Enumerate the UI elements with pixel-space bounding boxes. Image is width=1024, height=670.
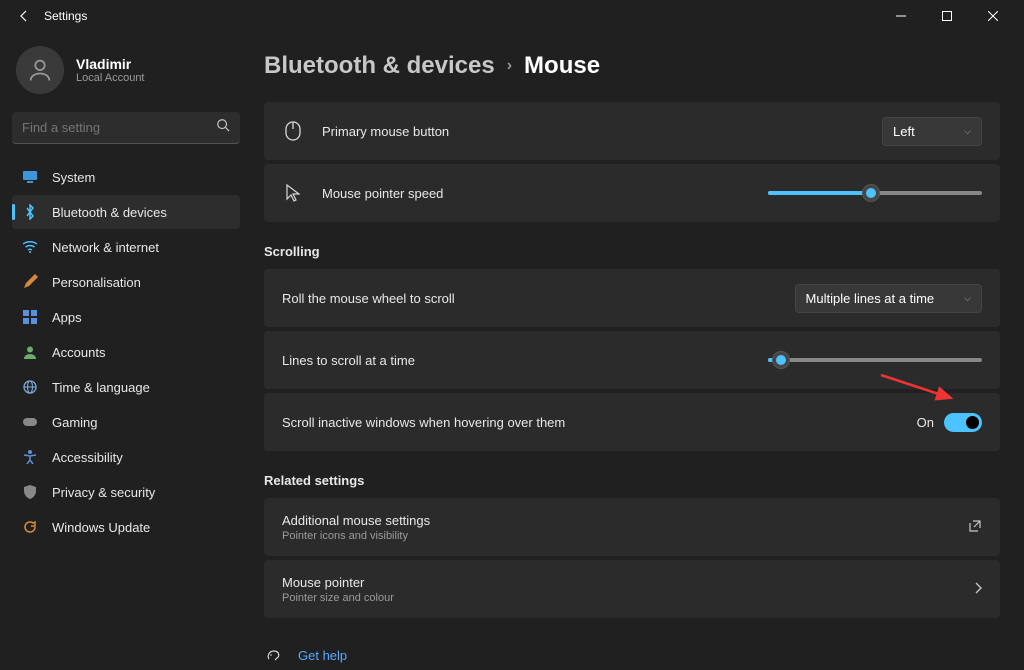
sidebar-item-accounts[interactable]: Accounts bbox=[12, 335, 240, 369]
update-icon bbox=[22, 519, 38, 535]
brush-icon bbox=[22, 274, 38, 290]
help-link-text[interactable]: Get help bbox=[298, 648, 347, 663]
sidebar-item-label: Apps bbox=[52, 310, 82, 325]
get-help-link[interactable]: Get help bbox=[264, 640, 1000, 670]
help-icon bbox=[264, 647, 282, 663]
apps-icon bbox=[22, 309, 38, 325]
sidebar-item-bluetooth[interactable]: Bluetooth & devices bbox=[12, 195, 240, 229]
globe-icon bbox=[22, 379, 38, 395]
open-external-icon bbox=[968, 519, 982, 536]
pointer-speed-row: Mouse pointer speed bbox=[264, 164, 1000, 222]
minimize-button[interactable] bbox=[878, 0, 924, 32]
additional-title: Additional mouse settings bbox=[282, 513, 968, 528]
breadcrumb-current: Mouse bbox=[524, 52, 600, 80]
primary-mouse-button-row: Primary mouse button Left ⌵ bbox=[264, 102, 1000, 160]
related-header: Related settings bbox=[264, 473, 1000, 488]
nav-list: System Bluetooth & devices Network & int… bbox=[12, 160, 240, 544]
sidebar-item-system[interactable]: System bbox=[12, 160, 240, 194]
search-input[interactable] bbox=[22, 120, 216, 135]
chevron-right-icon bbox=[974, 582, 982, 597]
mouse-pointer-sub: Pointer size and colour bbox=[282, 592, 974, 604]
sidebar-item-personalisation[interactable]: Personalisation bbox=[12, 265, 240, 299]
scroll-inactive-label: Scroll inactive windows when hovering ov… bbox=[282, 415, 917, 430]
accounts-icon bbox=[22, 344, 38, 360]
sidebar-item-label: Privacy & security bbox=[52, 485, 155, 500]
cursor-icon bbox=[282, 184, 304, 202]
lines-scroll-row: Lines to scroll at a time bbox=[264, 331, 1000, 389]
sidebar: Vladimir Local Account System Bluetooth … bbox=[0, 32, 252, 670]
scrolling-header: Scrolling bbox=[264, 244, 1000, 259]
wifi-icon bbox=[22, 239, 38, 255]
sidebar-item-label: Accounts bbox=[52, 345, 105, 360]
roll-wheel-dropdown[interactable]: Multiple lines at a time ⌵ bbox=[795, 284, 982, 313]
scroll-inactive-toggle[interactable] bbox=[944, 413, 982, 432]
avatar bbox=[16, 46, 64, 94]
dropdown-value: Multiple lines at a time bbox=[806, 291, 935, 306]
sidebar-item-network[interactable]: Network & internet bbox=[12, 230, 240, 264]
window-title: Settings bbox=[44, 9, 87, 23]
toggle-label: On bbox=[917, 415, 934, 430]
sidebar-item-label: Accessibility bbox=[52, 450, 123, 465]
user-name: Vladimir bbox=[76, 56, 145, 72]
pointer-speed-slider[interactable] bbox=[768, 183, 982, 203]
sidebar-item-label: Bluetooth & devices bbox=[52, 205, 167, 220]
sidebar-item-gaming[interactable]: Gaming bbox=[12, 405, 240, 439]
user-sub: Local Account bbox=[76, 72, 145, 84]
roll-wheel-row: Roll the mouse wheel to scroll Multiple … bbox=[264, 269, 1000, 327]
primary-button-dropdown[interactable]: Left ⌵ bbox=[882, 117, 982, 146]
chevron-down-icon: ⌵ bbox=[964, 126, 971, 137]
sidebar-item-time[interactable]: Time & language bbox=[12, 370, 240, 404]
search-icon bbox=[216, 118, 230, 137]
chevron-down-icon: ⌵ bbox=[964, 293, 971, 304]
pointer-speed-label: Mouse pointer speed bbox=[322, 186, 768, 201]
titlebar: Settings bbox=[0, 0, 1024, 32]
maximize-button[interactable] bbox=[924, 0, 970, 32]
breadcrumb: Bluetooth & devices › Mouse bbox=[264, 52, 1000, 80]
main-panel: Bluetooth & devices › Mouse Primary mous… bbox=[252, 32, 1024, 670]
lines-scroll-slider[interactable] bbox=[768, 350, 982, 370]
accessibility-icon bbox=[22, 449, 38, 465]
sidebar-item-label: Personalisation bbox=[52, 275, 141, 290]
sidebar-item-label: Windows Update bbox=[52, 520, 150, 535]
roll-wheel-label: Roll the mouse wheel to scroll bbox=[282, 291, 795, 306]
user-block[interactable]: Vladimir Local Account bbox=[12, 46, 240, 112]
shield-icon bbox=[22, 484, 38, 500]
mouse-icon bbox=[282, 121, 304, 141]
mouse-pointer-row[interactable]: Mouse pointer Pointer size and colour bbox=[264, 560, 1000, 618]
sidebar-item-label: Gaming bbox=[52, 415, 98, 430]
sidebar-item-label: Time & language bbox=[52, 380, 150, 395]
close-button[interactable] bbox=[970, 0, 1016, 32]
additional-sub: Pointer icons and visibility bbox=[282, 530, 968, 542]
dropdown-value: Left bbox=[893, 124, 915, 139]
bluetooth-icon bbox=[22, 204, 38, 220]
search-box[interactable] bbox=[12, 112, 240, 144]
primary-button-label: Primary mouse button bbox=[322, 124, 882, 139]
lines-scroll-label: Lines to scroll at a time bbox=[282, 353, 768, 368]
mouse-pointer-title: Mouse pointer bbox=[282, 575, 974, 590]
additional-mouse-settings-row[interactable]: Additional mouse settings Pointer icons … bbox=[264, 498, 1000, 556]
sidebar-item-apps[interactable]: Apps bbox=[12, 300, 240, 334]
breadcrumb-prev[interactable]: Bluetooth & devices bbox=[264, 52, 495, 80]
sidebar-item-accessibility[interactable]: Accessibility bbox=[12, 440, 240, 474]
sidebar-item-label: Network & internet bbox=[52, 240, 159, 255]
sidebar-item-update[interactable]: Windows Update bbox=[12, 510, 240, 544]
back-button[interactable] bbox=[18, 10, 30, 22]
gaming-icon bbox=[22, 414, 38, 430]
sidebar-item-privacy[interactable]: Privacy & security bbox=[12, 475, 240, 509]
system-icon bbox=[22, 169, 38, 185]
scroll-inactive-row: Scroll inactive windows when hovering ov… bbox=[264, 393, 1000, 451]
sidebar-item-label: System bbox=[52, 170, 95, 185]
chevron-right-icon: › bbox=[507, 57, 512, 75]
